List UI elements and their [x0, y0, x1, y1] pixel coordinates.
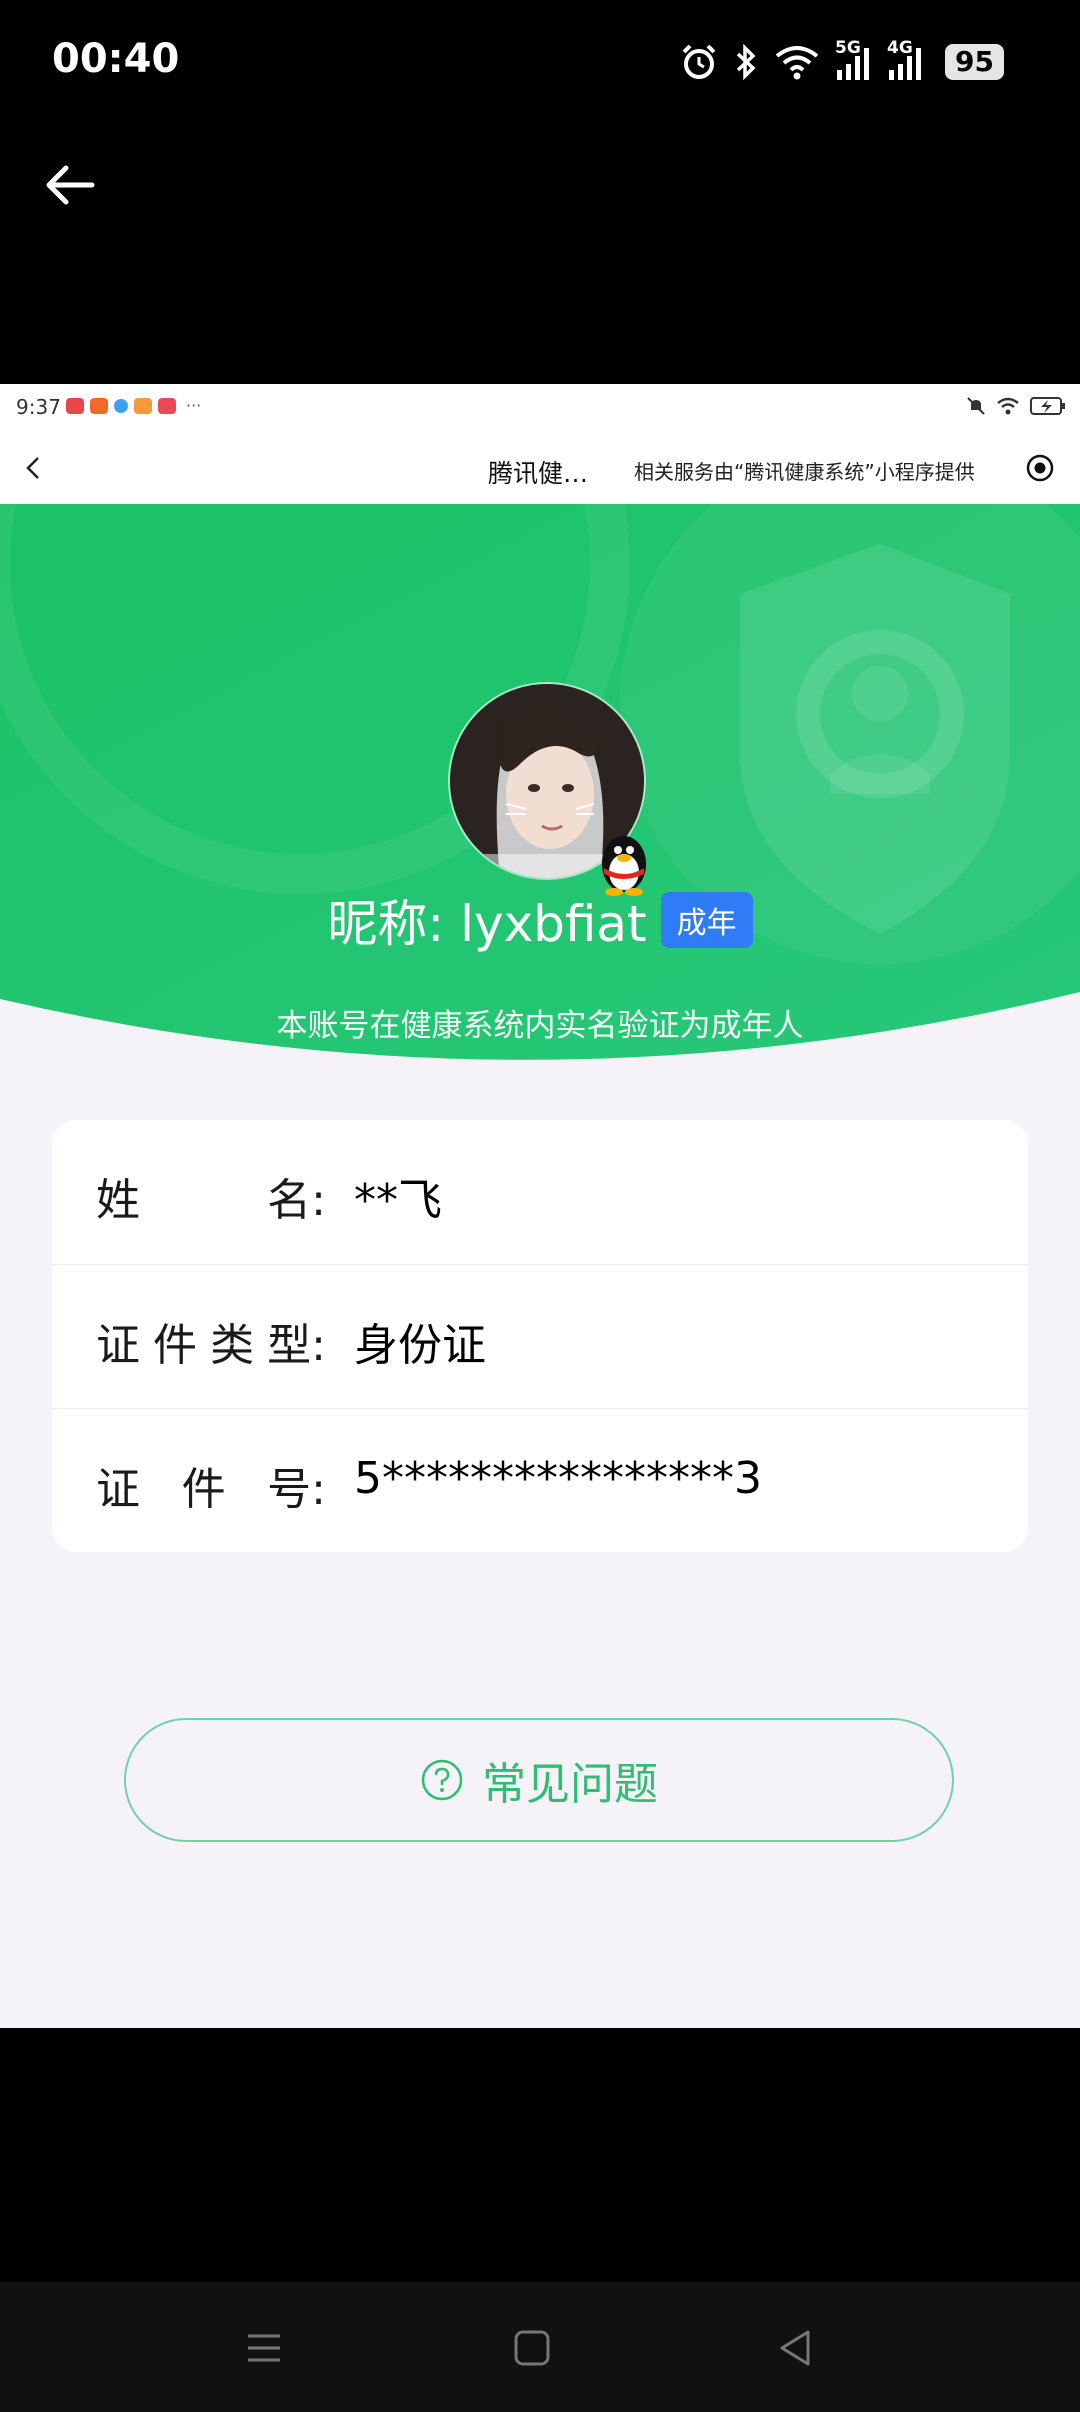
wifi-icon [997, 397, 1019, 415]
home-square-icon[interactable] [508, 2324, 556, 2372]
app-notification-icon [114, 399, 128, 413]
embedded-status-bar: 9:37 ··· [0, 384, 1080, 432]
profile-banner: 昵称: lyxbfiat 成年 本账号在健康系统内实名验证为成年人 [0, 504, 1080, 1064]
notification-icons: ··· [66, 398, 201, 414]
app-notification-icon [134, 398, 152, 414]
embedded-time: 9:37 [16, 395, 61, 419]
embedded-status-icons [966, 396, 1066, 416]
info-row-name: 姓 名: **飞 [52, 1120, 1028, 1264]
nickname: 昵称: lyxbfiat [327, 895, 647, 953]
info-label-id-type: 证 件 类 型: [96, 1320, 326, 1371]
app-notification-icon [158, 398, 176, 414]
status-icons: 5G 4G 95 [679, 36, 1004, 88]
shared-screenshot: 9:37 ··· 腾讯健… 相关服务由“腾讯健康系统”小程序提供 昵称: lyx… [0, 384, 1080, 2028]
miniapp-nav-bar: 腾讯健… 相关服务由“腾讯健康系统”小程序提供 [0, 432, 1080, 504]
info-row-id-number: 证 件 号: 5****************3 [52, 1408, 1028, 1553]
bluetooth-icon [736, 43, 756, 81]
help-circle-icon [421, 1759, 463, 1801]
service-provider-note: 相关服务由“腾讯健康系统”小程序提供 [634, 460, 975, 484]
back-triangle-icon[interactable] [772, 2324, 820, 2372]
battery-charging-icon [1030, 397, 1065, 415]
app-notification-icon [66, 398, 84, 414]
nickname-row: 昵称: lyxbfiat 成年 [0, 884, 1080, 956]
more-notifications: ··· [186, 396, 202, 415]
faq-button[interactable]: 常见问题 [124, 1718, 954, 1842]
app-notification-icon [90, 398, 108, 414]
faq-label: 常见问题 [482, 1759, 658, 1810]
chevron-left-icon[interactable] [18, 452, 50, 484]
signal-icon [889, 48, 922, 80]
miniapp-title: 腾讯健… [488, 459, 589, 488]
info-label-id-number: 证 件 号: [96, 1464, 326, 1515]
alarm-icon [682, 44, 716, 79]
system-nav-bar [0, 2282, 1080, 2412]
info-value-id-number: 5****************3 [354, 1453, 762, 1504]
info-row-id-type: 证 件 类 型: 身份证 [52, 1264, 1028, 1409]
mute-icon [967, 397, 985, 415]
back-arrow-icon[interactable] [40, 155, 100, 215]
target-icon[interactable] [1022, 450, 1058, 486]
verification-note: 本账号在健康系统内实名验证为成年人 [276, 1008, 804, 1044]
info-value-name: **飞 [354, 1175, 442, 1226]
status-time: 00:40 [52, 36, 180, 82]
signal-4g: 4G [887, 38, 925, 82]
signal-5g: 5G [835, 38, 873, 82]
info-label-name: 姓 名: [96, 1175, 326, 1226]
signal-icon [837, 48, 870, 80]
wifi-icon [775, 46, 819, 80]
battery-level: 95 [945, 44, 1004, 80]
adult-badge: 成年 [660, 892, 753, 948]
identity-info-card: 姓 名: **飞 证 件 类 型: 身份证 证 件 号: 5**********… [52, 1120, 1028, 1552]
status-bar: 00:40 5G 4G 95 [0, 0, 1080, 125]
menu-icon[interactable] [240, 2324, 288, 2372]
info-value-id-type: 身份证 [354, 1320, 486, 1371]
